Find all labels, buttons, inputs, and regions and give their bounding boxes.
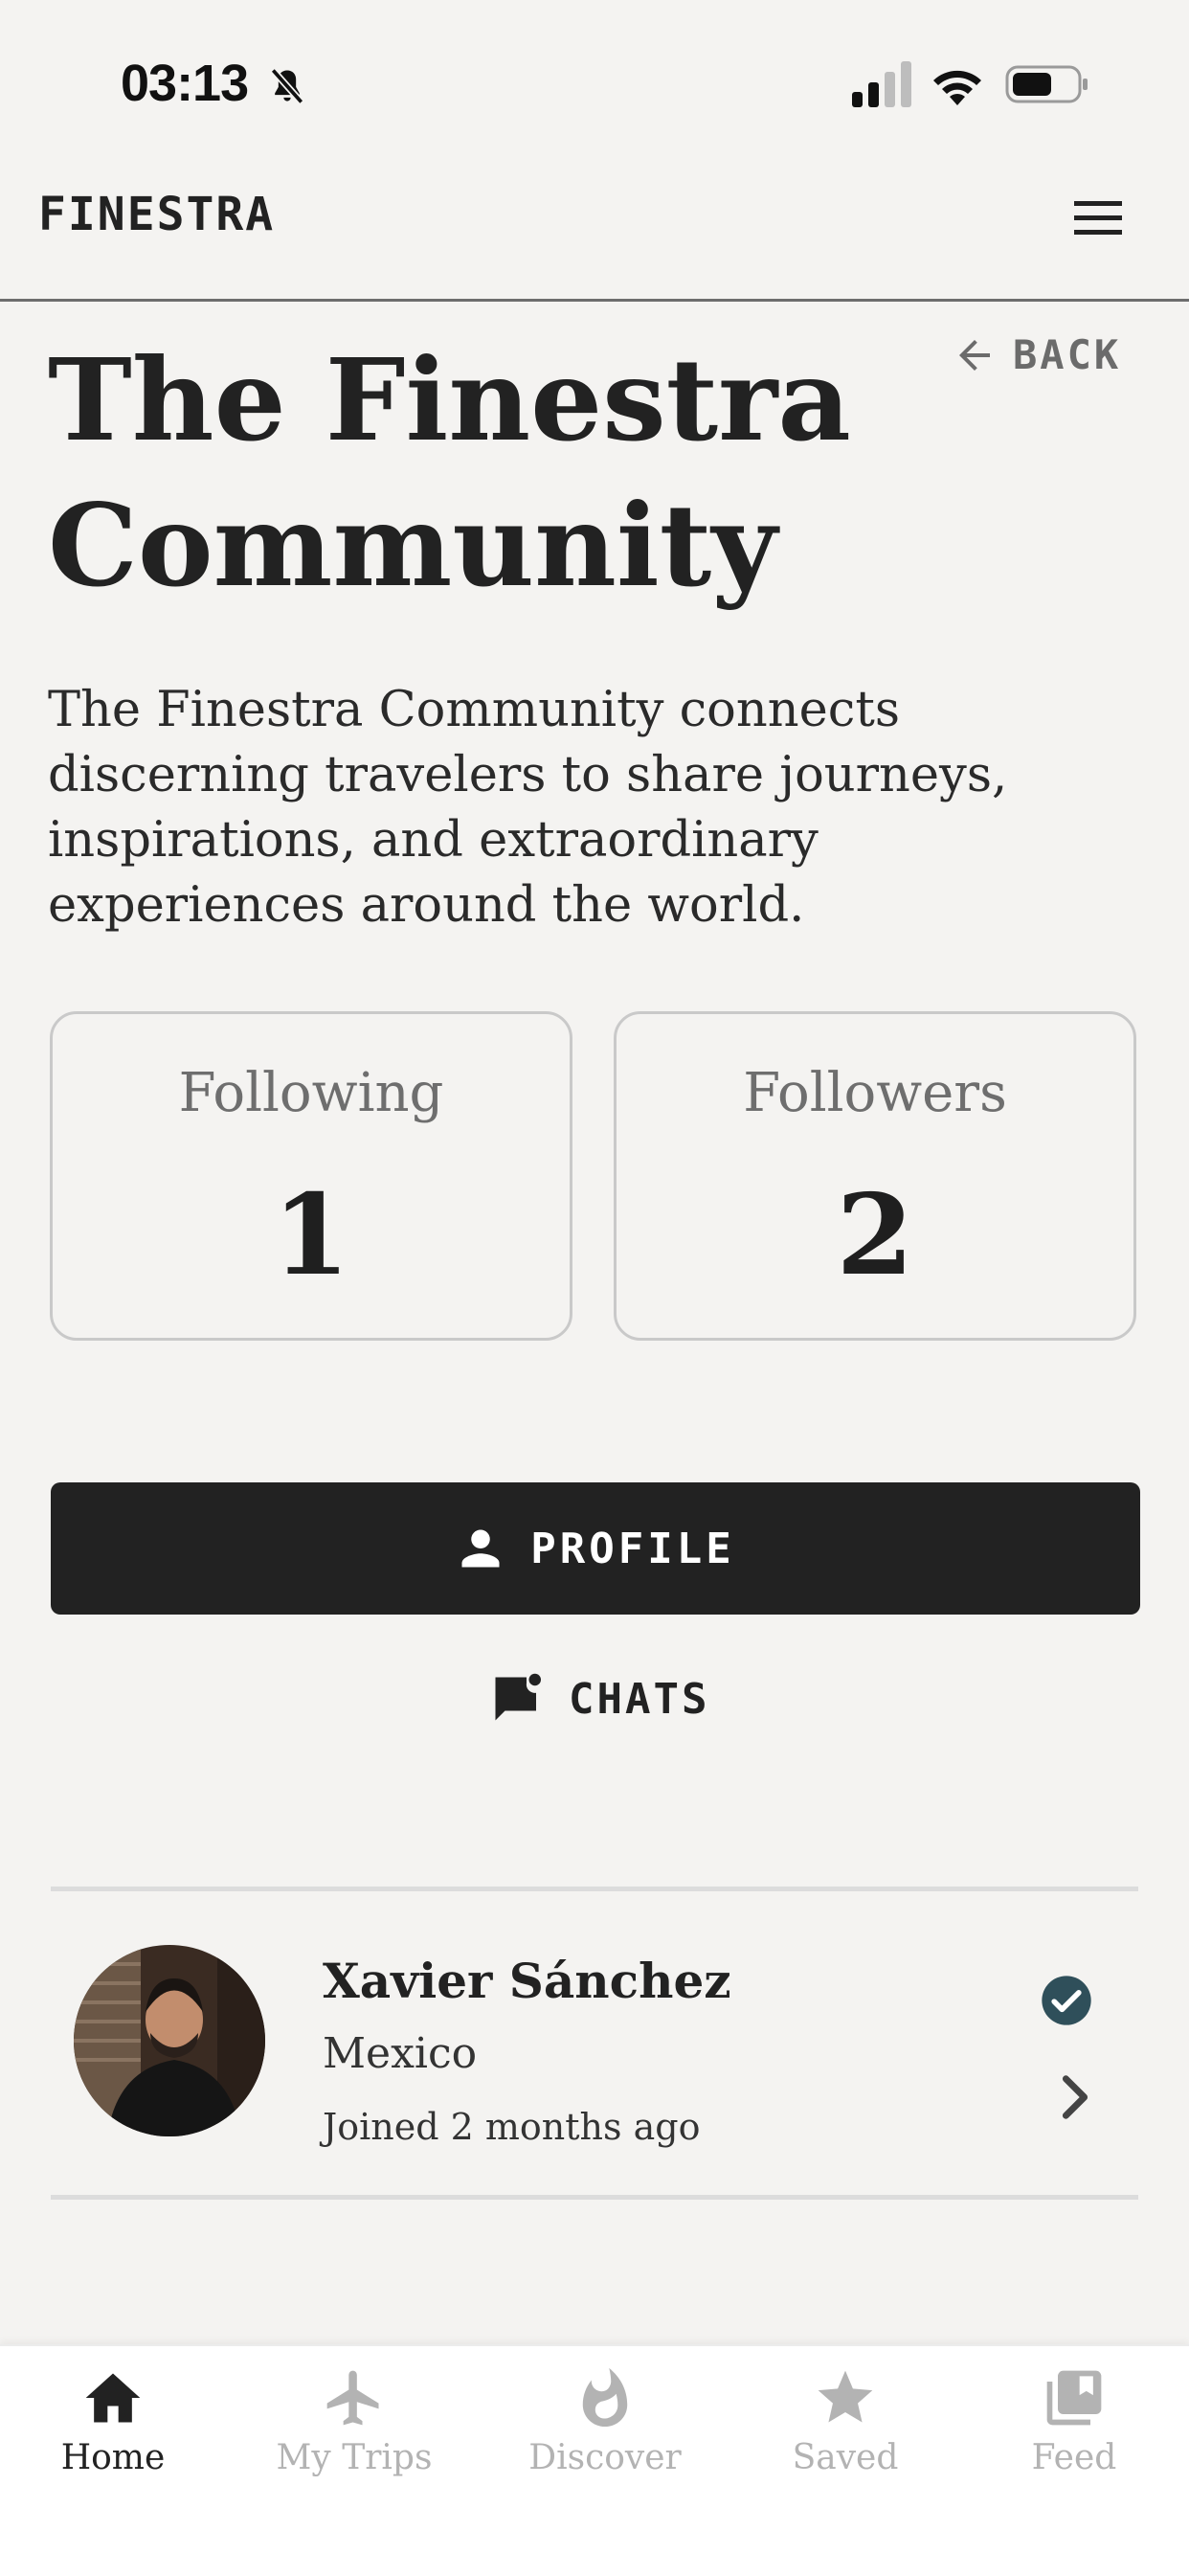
cellular-signal-icon bbox=[852, 61, 911, 107]
tab-saved[interactable]: Saved bbox=[750, 2365, 941, 2477]
page-title: The Finestra Community bbox=[48, 333, 851, 612]
home-icon bbox=[85, 2373, 141, 2423]
hamburger-menu-icon[interactable] bbox=[1072, 199, 1124, 237]
chats-button-label: CHATS bbox=[569, 1674, 710, 1724]
bell-muted-icon bbox=[270, 68, 304, 104]
wifi-icon bbox=[933, 70, 981, 105]
list-divider-top bbox=[51, 1887, 1138, 1891]
brand-logo[interactable]: FINESTRA bbox=[38, 188, 275, 241]
member-joined: Joined 2 months ago bbox=[323, 2106, 701, 2148]
header-divider bbox=[0, 299, 1189, 302]
person-icon bbox=[461, 1529, 500, 1568]
member-name: Xavier Sánchez bbox=[323, 1953, 731, 2009]
tab-discover-label: Discover bbox=[528, 2438, 682, 2477]
list-divider-bottom bbox=[51, 2195, 1138, 2200]
avatar bbox=[74, 1945, 265, 2136]
followers-count: 2 bbox=[836, 1170, 914, 1300]
back-label: BACK bbox=[1013, 331, 1122, 378]
tab-home[interactable]: Home bbox=[17, 2365, 209, 2477]
following-count: 1 bbox=[272, 1170, 350, 1300]
airplane-icon bbox=[326, 2370, 379, 2426]
tab-my-trips-label: My Trips bbox=[276, 2438, 433, 2477]
profile-button[interactable]: PROFILE bbox=[51, 1482, 1140, 1615]
back-button[interactable]: BACK bbox=[952, 331, 1121, 378]
tab-my-trips[interactable]: My Trips bbox=[258, 2365, 450, 2477]
page-intro: The Finestra Community connects discerni… bbox=[48, 682, 1008, 934]
library-icon bbox=[1046, 2370, 1102, 2426]
followers-label: Followers bbox=[743, 1062, 1007, 1124]
battery-icon bbox=[1005, 65, 1088, 103]
tab-feed[interactable]: Feed bbox=[978, 2365, 1170, 2477]
arrow-left-icon bbox=[959, 339, 990, 371]
member-row[interactable]: Xavier Sánchez Mexico Joined 2 months ag… bbox=[51, 1899, 1138, 2192]
status-time: 03:13 bbox=[121, 55, 249, 112]
bottom-tab-bar: Home My Trips Discover Saved Feed bbox=[0, 2344, 1189, 2576]
tab-discover[interactable]: Discover bbox=[509, 2365, 701, 2477]
chat-bubble-icon bbox=[495, 1673, 541, 1721]
profile-button-label: PROFILE bbox=[530, 1524, 735, 1573]
tab-home-label: Home bbox=[60, 2438, 166, 2477]
tab-feed-label: Feed bbox=[1031, 2438, 1117, 2477]
followers-stat-card[interactable]: Followers 2 bbox=[614, 1011, 1136, 1341]
member-country: Mexico bbox=[323, 2029, 478, 2078]
following-label: Following bbox=[178, 1062, 444, 1124]
flame-icon bbox=[582, 2367, 628, 2428]
tab-saved-label: Saved bbox=[792, 2438, 899, 2477]
star-icon bbox=[818, 2370, 873, 2423]
chevron-right-icon bbox=[1062, 2075, 1088, 2119]
verified-check-icon bbox=[1042, 1976, 1091, 2025]
following-stat-card[interactable]: Following 1 bbox=[50, 1011, 572, 1341]
chats-button[interactable]: CHATS bbox=[488, 1670, 709, 1728]
